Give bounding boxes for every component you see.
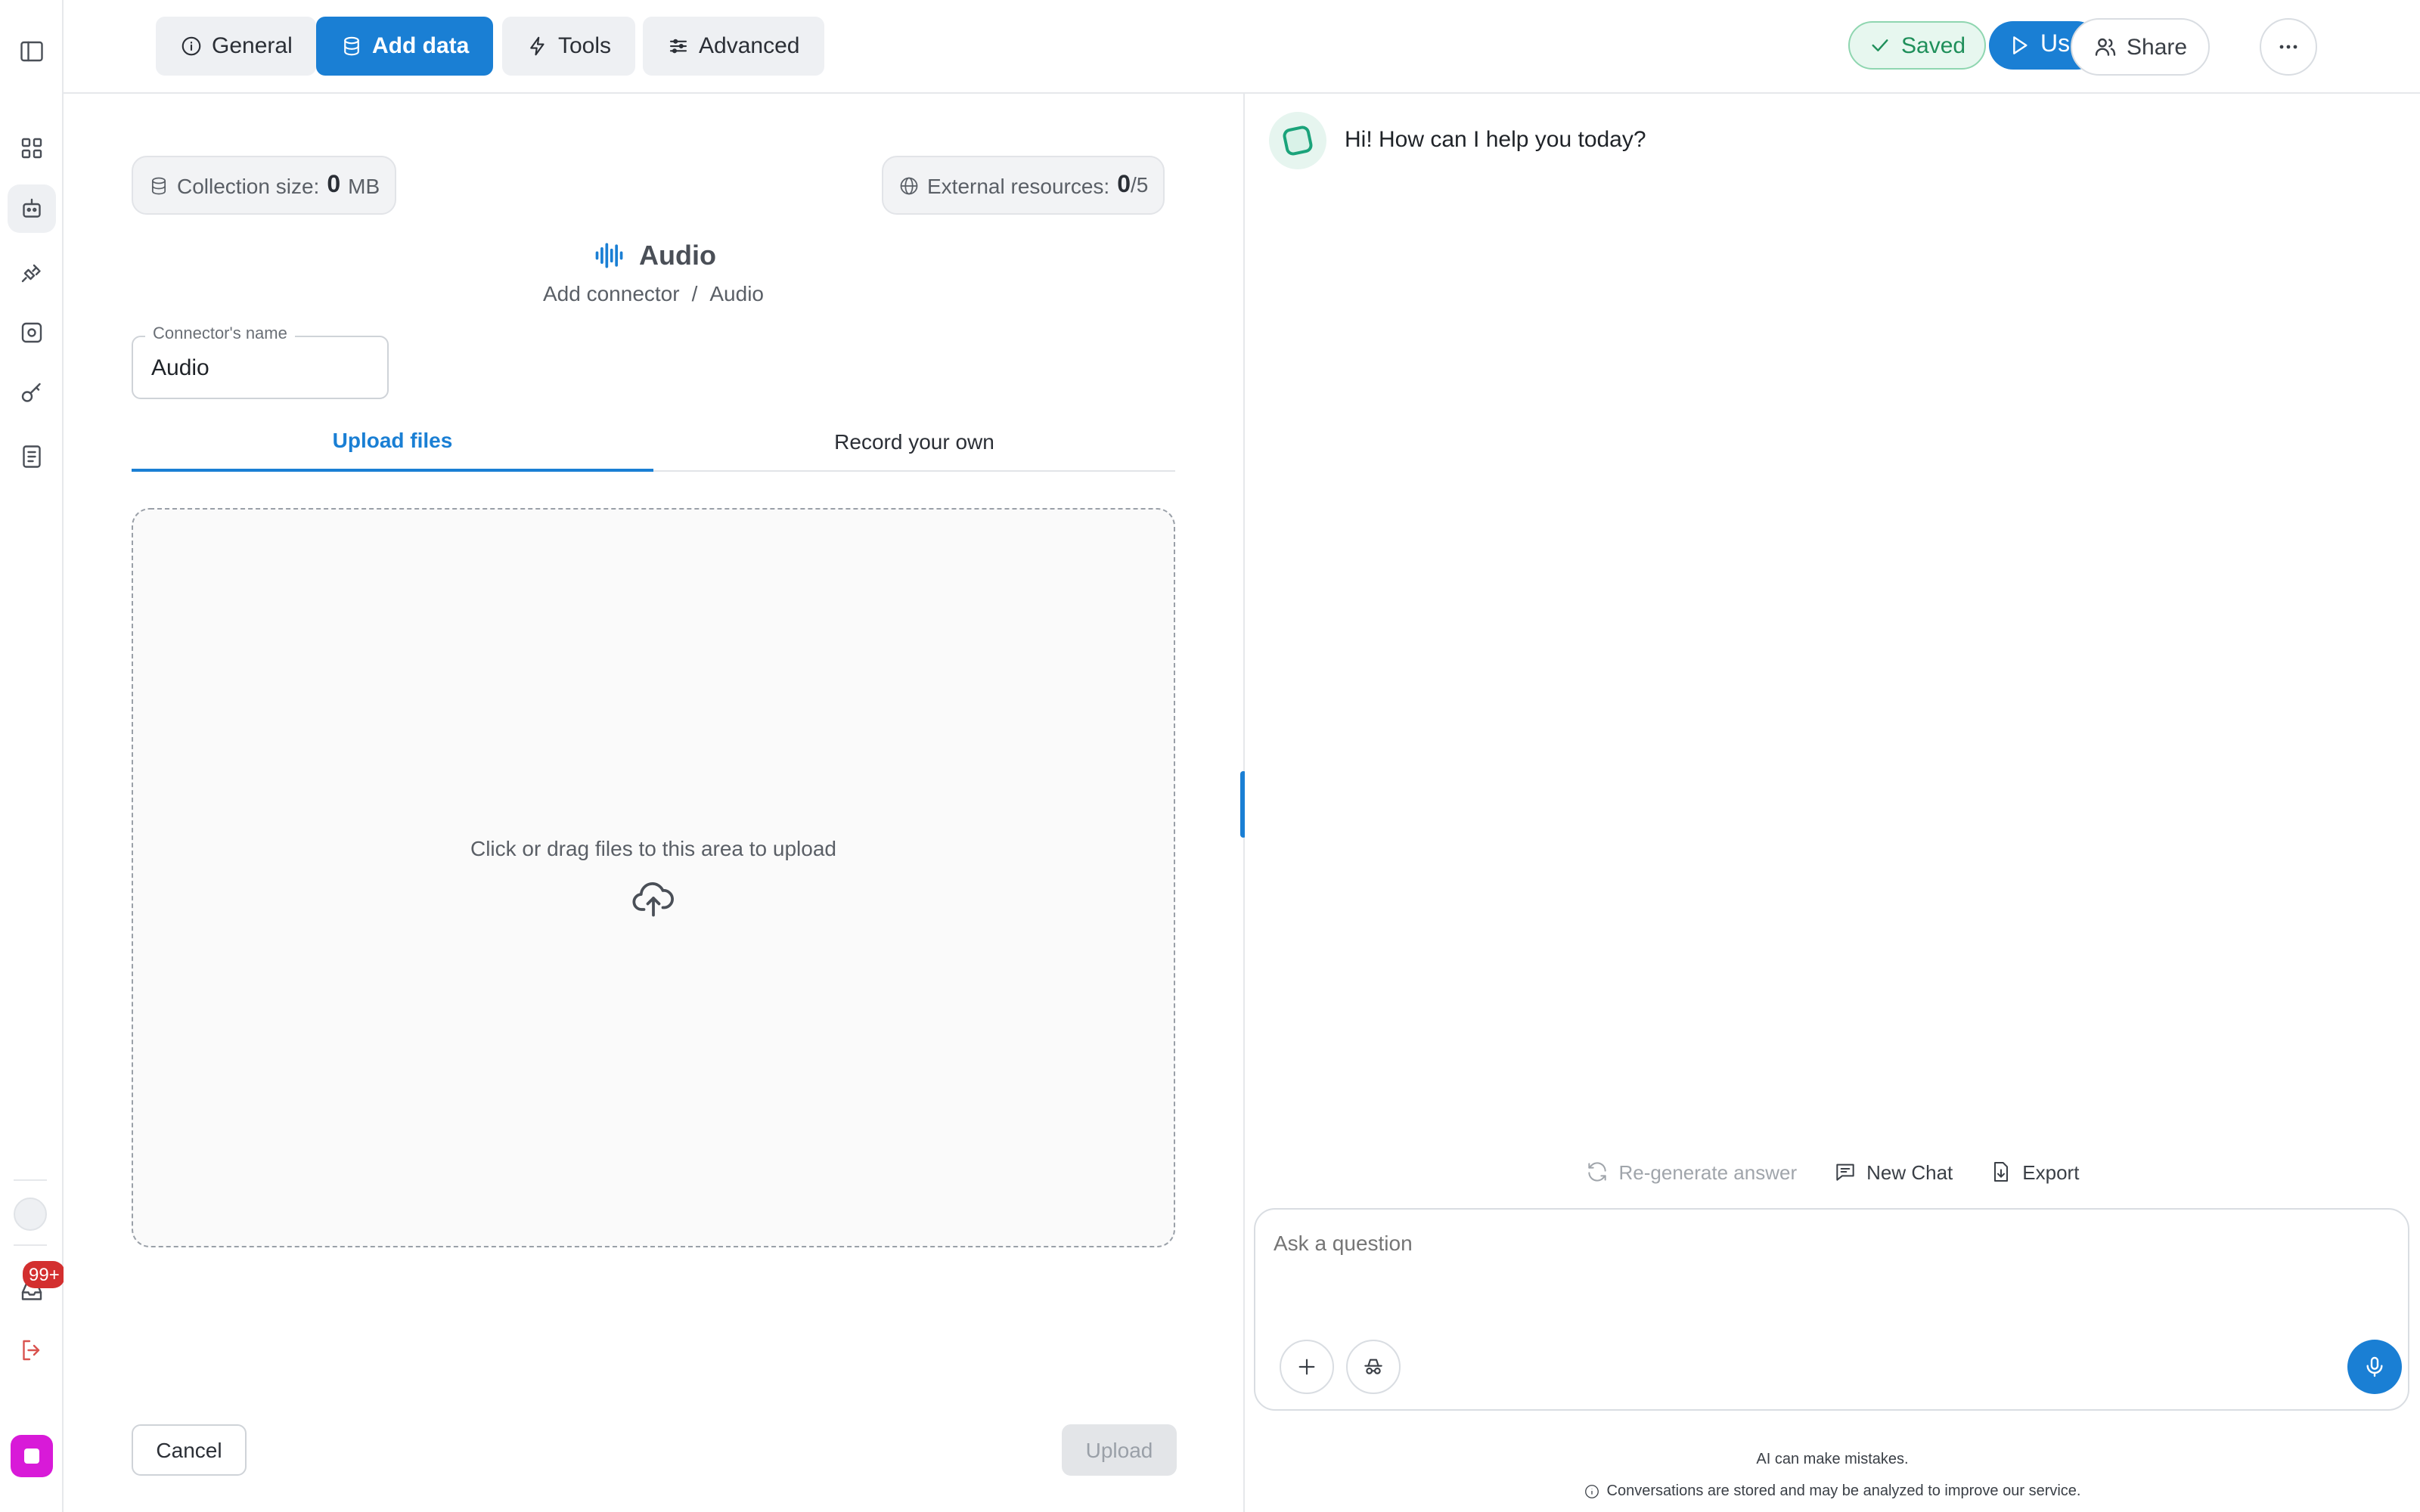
info-icon [182, 36, 201, 56]
external-resources-max: /5 [1131, 172, 1149, 196]
connector-name-label: Connector's name [145, 325, 295, 343]
tab-record-your-own[interactable]: Record your own [653, 411, 1175, 472]
cancel-button[interactable]: Cancel [132, 1424, 247, 1476]
share-button[interactable]: Share [2071, 18, 2211, 76]
saved-label: Saved [1901, 33, 1966, 58]
connector-name-value[interactable]: Audio [151, 355, 209, 381]
new-chat-button[interactable]: New Chat [1833, 1160, 1953, 1184]
file-dropzone[interactable]: Click or drag files to this area to uplo… [132, 508, 1175, 1247]
database-icon [151, 176, 166, 194]
microphone-icon [2366, 1356, 2383, 1377]
new-chat-label: New Chat [1866, 1160, 1953, 1183]
file-download-icon [1994, 1162, 2009, 1182]
notification-badge: 99+ [23, 1261, 66, 1288]
collection-size-value: 0 [327, 172, 341, 197]
external-resources-stat: External resources: 0/5 [882, 156, 1165, 215]
chat-icon [1836, 1163, 1854, 1181]
top-bar: General Add data Tools Advanced Saved Us… [64, 0, 2420, 94]
document-icon[interactable] [8, 432, 56, 481]
bot-avatar [1269, 112, 1326, 169]
info-icon [1585, 1485, 1599, 1498]
connector-name-field[interactable]: Connector's name Audio [132, 325, 389, 399]
lightning-icon [530, 36, 544, 56]
tab-label: Add data [372, 33, 470, 59]
collection-size-label: Collection size: [177, 173, 320, 197]
chat-actions: Re-generate answer New Chat Export [1245, 1160, 2420, 1184]
dropzone-text: Click or drag files to this area to uplo… [470, 835, 836, 860]
chat-composer [1254, 1208, 2409, 1411]
plug-icon[interactable] [8, 248, 56, 296]
export-button[interactable]: Export [1989, 1160, 2079, 1184]
database-icon [344, 36, 359, 56]
more-options-button[interactable] [2260, 18, 2317, 76]
collection-size-stat: Collection size: 0 MB [132, 156, 397, 215]
collection-size-unit: MB [348, 173, 380, 197]
left-rail: 99+ [0, 0, 66, 1512]
tab-label: Tools [558, 33, 612, 59]
tab-label: Advanced [699, 33, 800, 59]
storage-note-text: Conversations are stored and may be anal… [1606, 1483, 2081, 1500]
storage-note: Conversations are stored and may be anal… [1245, 1483, 2420, 1500]
grid-icon[interactable] [8, 124, 56, 172]
regenerate-label: Re-generate answer [1618, 1160, 1798, 1183]
external-resources-label: External resources: [927, 173, 1110, 197]
breadcrumb-audio: Audio [709, 281, 764, 305]
tab-general[interactable]: General [156, 17, 317, 76]
chat-preview-panel: Hi! How can I help you today? Re-generat… [1245, 94, 2420, 1512]
audio-wave-icon [594, 243, 622, 268]
ellipsis-icon [2279, 45, 2297, 49]
incognito-icon [1364, 1359, 1382, 1374]
tab-tools[interactable]: Tools [502, 17, 636, 76]
tab-add-data[interactable]: Add data [316, 17, 494, 76]
tab-upload-files[interactable]: Upload files [132, 411, 653, 472]
play-icon [2013, 36, 2028, 54]
cloud-upload-icon [632, 881, 674, 916]
ai-disclaimer: AI can make mistakes. [1756, 1452, 1909, 1468]
incognito-button[interactable] [1346, 1340, 1401, 1394]
upload-mode-tabs: Upload files Record your own [132, 411, 1175, 472]
scan-icon[interactable] [8, 308, 56, 357]
connector-title: Audio [64, 239, 1243, 272]
upload-button[interactable]: Upload [1062, 1424, 1177, 1476]
add-data-panel: Collection size: 0 MB External resources… [64, 94, 1243, 1512]
saved-status-badge: Saved [1848, 21, 1986, 70]
external-resources-value: 0 [1117, 172, 1131, 197]
connector-title-text: Audio [639, 240, 716, 270]
share-label: Share [2127, 34, 2188, 60]
sidebar-toggle-icon[interactable] [8, 27, 56, 76]
globe-icon [900, 176, 918, 194]
rail-divider [14, 1179, 47, 1181]
users-icon [2095, 38, 2116, 56]
breadcrumb: Add connector / Audio [543, 281, 764, 305]
tab-label: General [212, 33, 293, 59]
rail-divider [14, 1244, 47, 1246]
bot-greeting-message: Hi! How can I help you today? [1345, 127, 1646, 153]
refresh-icon [1588, 1162, 1607, 1182]
tab-advanced[interactable]: Advanced [643, 17, 824, 76]
user-avatar[interactable] [14, 1198, 47, 1231]
breadcrumb-add-connector[interactable]: Add connector [543, 281, 680, 305]
key-icon[interactable] [8, 369, 56, 417]
regenerate-answer-button[interactable]: Re-generate answer [1586, 1160, 1798, 1184]
export-label: Export [2022, 1160, 2080, 1183]
logout-icon[interactable] [8, 1326, 56, 1374]
question-input[interactable] [1274, 1231, 2332, 1255]
bot-icon[interactable] [8, 184, 56, 233]
add-attachment-button[interactable] [1280, 1340, 1334, 1394]
app-logo[interactable] [11, 1435, 53, 1477]
microphone-button[interactable] [2347, 1340, 2402, 1394]
check-icon [1872, 39, 1888, 51]
sliders-icon [669, 39, 687, 54]
plus-icon [1298, 1359, 1315, 1375]
